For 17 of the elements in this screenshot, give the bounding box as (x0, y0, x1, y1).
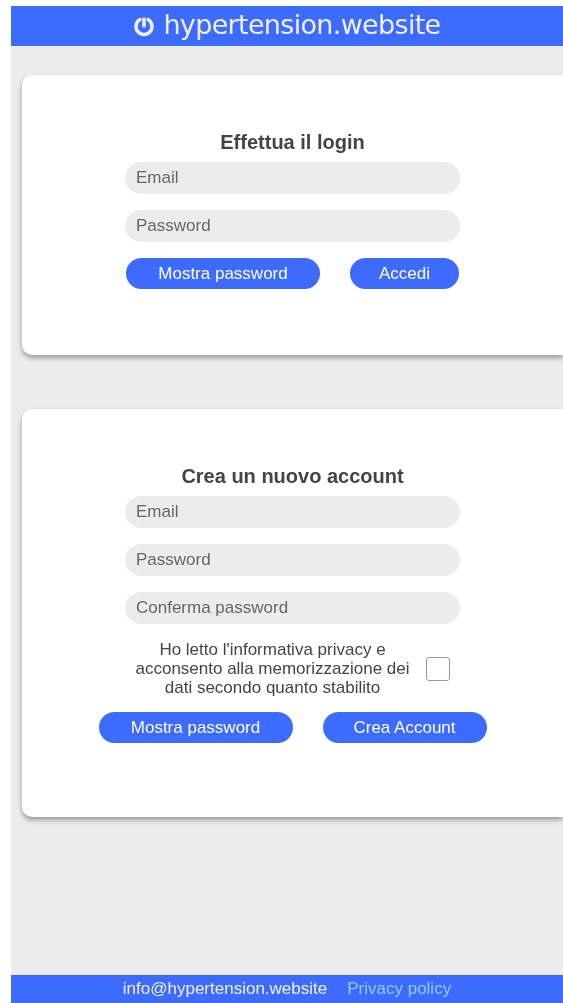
contact-email: info@hypertension.website (122, 978, 328, 1001)
login-title: Effettua il login (220, 130, 365, 154)
input-field[interactable]: Email (125, 162, 460, 194)
signup-title: Crea un nuovo account (181, 464, 404, 488)
submit-button[interactable]: Crea Account (322, 712, 487, 743)
site-logo[interactable]: hypertension.website (163, 10, 441, 38)
show-password-button[interactable]: Mostra password (98, 712, 293, 743)
input-field[interactable]: Conferma password (125, 592, 460, 624)
input-field[interactable]: Password (125, 544, 460, 576)
power-icon (133, 15, 156, 37)
consent-text: Ho letto l'informativa privacy e acconsento alla memorizzazione dei dati secondo quanto stabilito (135, 640, 410, 697)
show-password-button[interactable]: Mostra password (126, 258, 320, 289)
consent-checkbox[interactable] (426, 656, 450, 681)
submit-button[interactable]: Accedi (350, 258, 459, 289)
input-field[interactable]: Email (125, 496, 460, 528)
input-field[interactable]: Password (125, 210, 460, 242)
privacy-link[interactable]: Privacy policy (347, 976, 452, 1002)
